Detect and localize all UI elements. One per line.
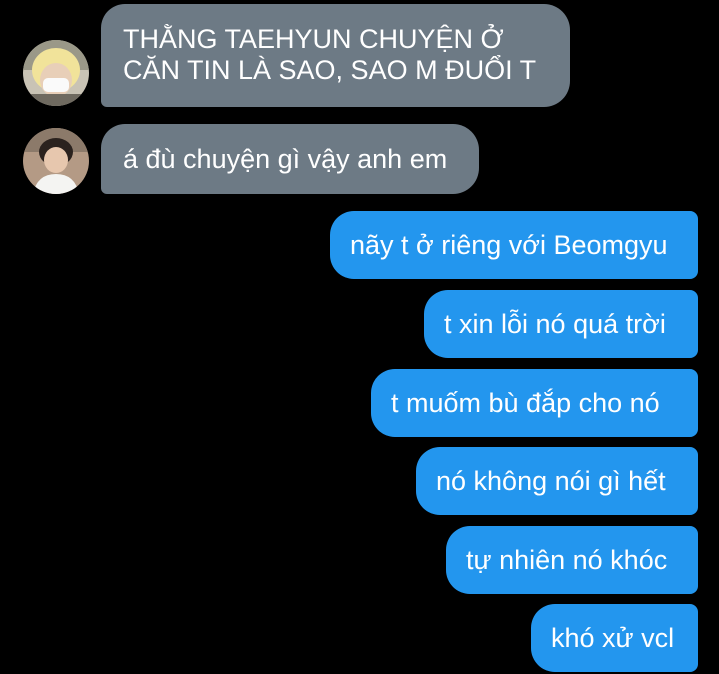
incoming-message-1-line-2: CĂN TIN LÀ SAO, SAO M ĐUỔI T [123,55,537,85]
user-avatar-2[interactable] [23,128,89,194]
incoming-message-1-line-1: THẰNG TAEHYUN CHUYỆN Ở [123,24,504,54]
outgoing-message-3-text: t muốm bù đắp cho nó [391,387,660,418]
incoming-message-2-text: á đù chuyện gì vậy anh em [123,144,448,174]
blonde-masked-user-avatar [23,40,89,106]
outgoing-message-2: t xin lỗi nó quá trời [424,290,698,358]
outgoing-message-4-text: nó không nói gì hết [436,465,666,496]
chat-thread: THẰNG TAEHYUN CHUYỆN Ở CĂN TIN LÀ SAO, S… [0,0,719,674]
outgoing-message-6-text: khó xử vcl [551,622,675,653]
incoming-message-1: THẰNG TAEHYUN CHUYỆN Ở CĂN TIN LÀ SAO, S… [101,4,570,107]
outgoing-message-6: khó xử vcl [531,604,698,672]
user-avatar-1[interactable] [23,40,89,106]
outgoing-message-3: t muốm bù đắp cho nó [371,369,698,437]
outgoing-message-5-text: tự nhiên nó khóc [466,544,668,575]
outgoing-message-2-text: t xin lỗi nó quá trời [444,308,666,339]
incoming-message-2: á đù chuyện gì vậy anh em [101,124,479,194]
outgoing-message-5: tự nhiên nó khóc [446,526,698,594]
dark-haired-user-avatar [23,128,89,194]
outgoing-message-4: nó không nói gì hết [416,447,698,515]
outgoing-message-1-text: nãy t ở riêng với Beomgyu [350,229,668,260]
outgoing-message-1: nãy t ở riêng với Beomgyu [330,211,698,279]
